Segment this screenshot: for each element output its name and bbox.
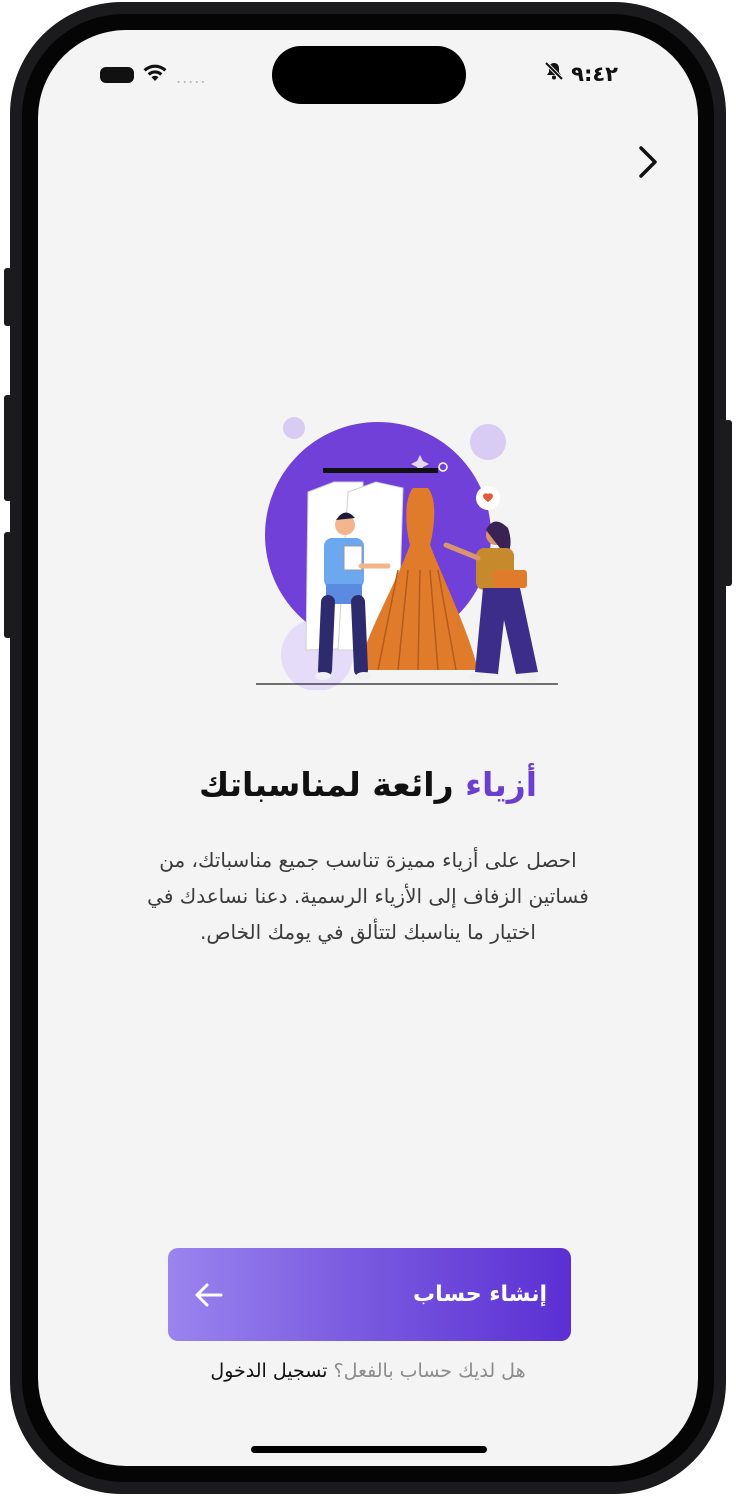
status-bar-right: ٩:٤٢ bbox=[543, 60, 618, 87]
login-question: هل لديك حساب بالفعل؟ bbox=[333, 1360, 526, 1382]
onboarding-title: أزياء رائعة لمناسباتك bbox=[38, 765, 698, 804]
chevron-right-icon bbox=[637, 145, 659, 183]
login-prompt: هل لديك حساب بالفعل؟ تسجيل الدخول bbox=[38, 1360, 698, 1382]
create-account-label: إنشاء حساب bbox=[413, 1282, 547, 1307]
title-accent: أزياء bbox=[465, 765, 538, 804]
status-time: ٩:٤٢ bbox=[571, 61, 618, 86]
status-bar-left: ..... bbox=[100, 63, 207, 87]
wifi-icon bbox=[142, 63, 168, 87]
home-indicator[interactable] bbox=[251, 1446, 487, 1453]
signal-dots: ..... bbox=[176, 67, 207, 87]
title-rest: رائعة لمناسباتك bbox=[198, 765, 454, 804]
back-button[interactable] bbox=[628, 140, 668, 188]
bell-slash-icon bbox=[543, 60, 565, 87]
onboarding-description: احصل على أزياء مميزة تناسب جميع مناسباتك… bbox=[147, 848, 589, 944]
login-link[interactable]: تسجيل الدخول bbox=[210, 1360, 327, 1382]
app-screen: ..... ٩:٤٢ أزياء رائعة لمناسباتك احصل عل… bbox=[38, 30, 698, 1466]
arrow-left-icon bbox=[192, 1278, 226, 1312]
dynamic-island bbox=[272, 46, 466, 104]
fashion-illustration bbox=[198, 370, 560, 691]
battery-icon bbox=[100, 67, 134, 83]
phone-device: ..... ٩:٤٢ أزياء رائعة لمناسباتك احصل عل… bbox=[0, 0, 736, 1496]
create-account-button[interactable]: إنشاء حساب bbox=[168, 1248, 571, 1341]
